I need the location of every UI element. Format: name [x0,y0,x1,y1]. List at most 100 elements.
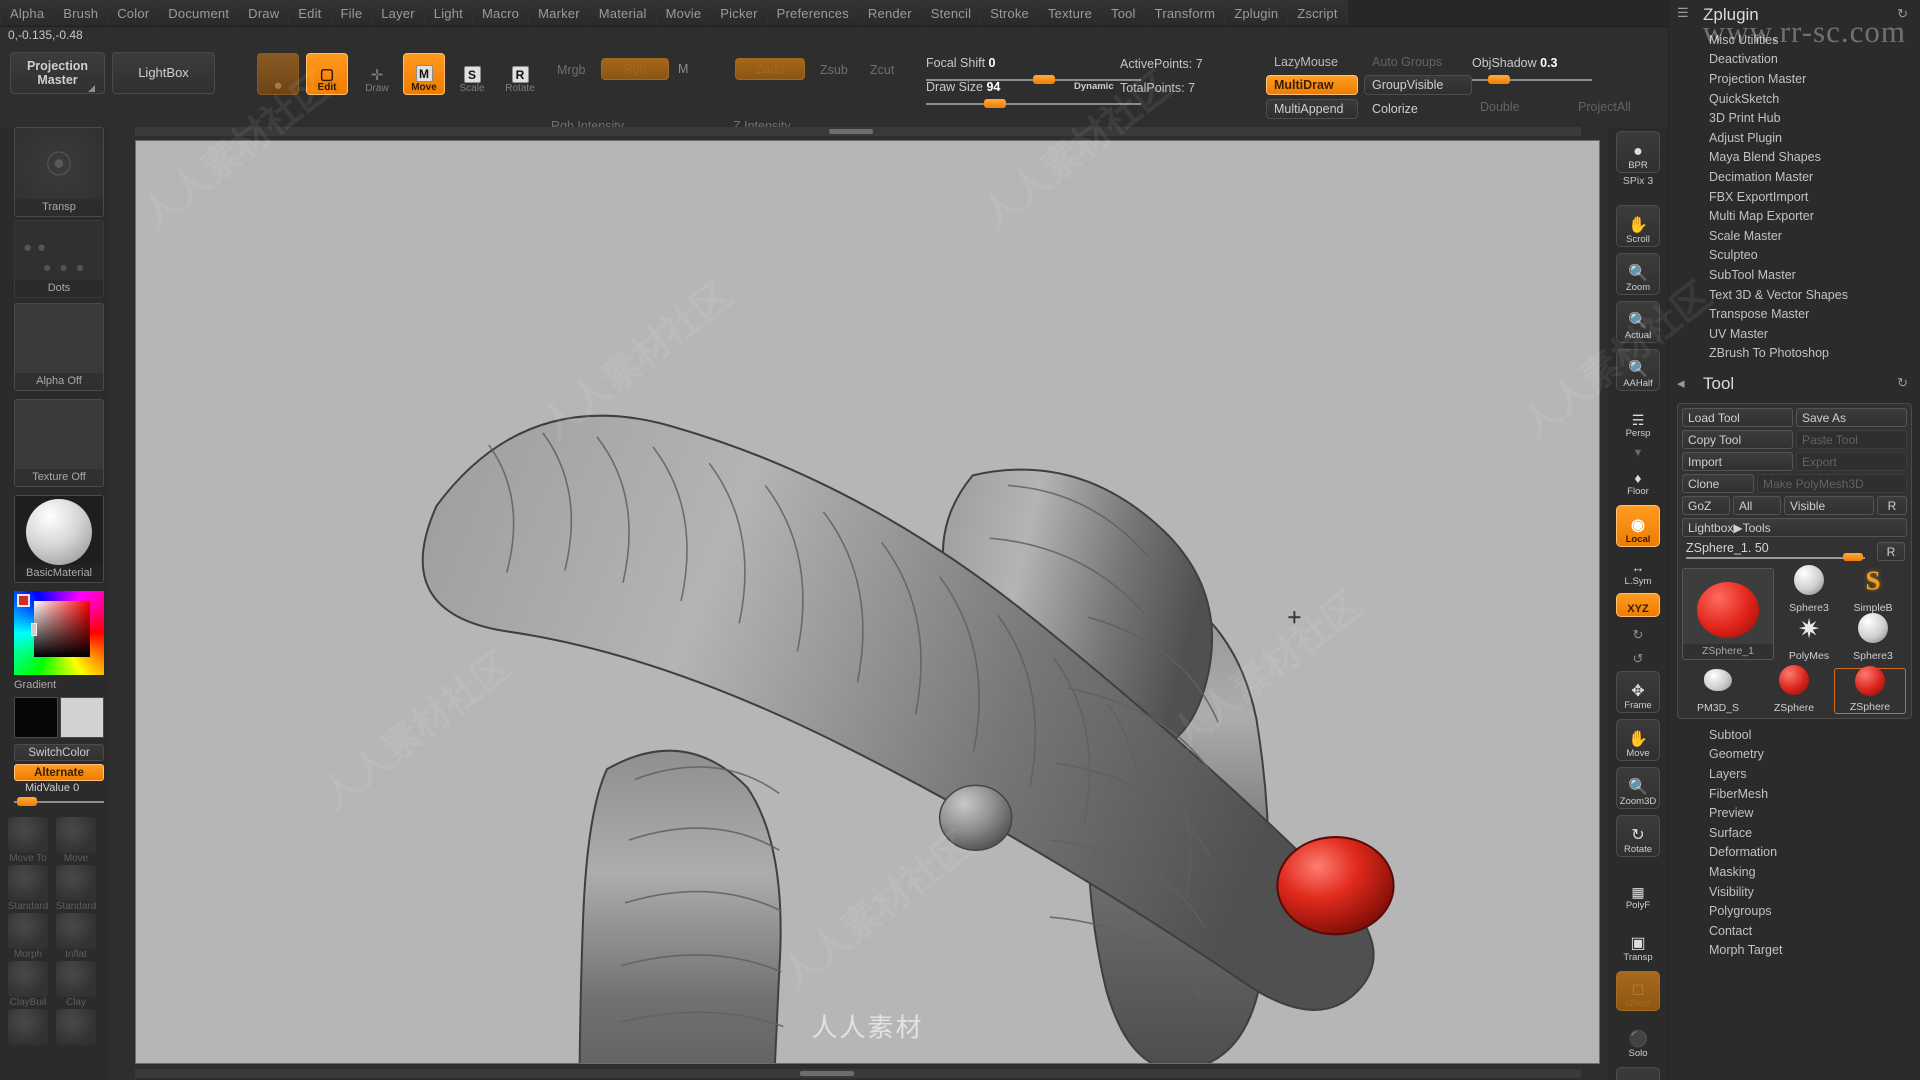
menu-item-movie[interactable]: Movie [656,0,712,26]
menu-item-document[interactable]: Document [159,0,240,26]
zplugin-item-maya-blend-shapes[interactable]: Maya Blend Shapes [1669,148,1920,168]
copy-tool-button[interactable]: Copy Tool [1682,430,1793,450]
tool-pick-sphere3d-b[interactable]: Sphere3 [1842,613,1904,662]
tool-recent-zsphere-1[interactable]: ZSphere [1758,665,1830,714]
polyframe-button[interactable]: ▦ PolyF [1616,877,1660,913]
rotate-view-button[interactable]: ↻ Rotate [1616,815,1660,857]
menu-item-zplugin[interactable]: Zplugin [1225,0,1289,26]
rgb-button[interactable]: Rgb [601,58,669,80]
tool-submenu-morph-target[interactable]: Morph Target [1669,941,1920,961]
color-picker-value-marker[interactable] [31,623,37,636]
tool-item-track[interactable] [1686,557,1865,560]
move-mode-button[interactable]: M Move [403,53,445,95]
zplugin-item-fbx-exportimport[interactable]: FBX ExportImport [1669,187,1920,207]
colorize-button[interactable]: Colorize [1364,99,1472,119]
floor-button[interactable]: ♦ Floor [1616,463,1660,499]
zplugin-item-3d-print-hub[interactable]: 3D Print Hub [1669,108,1920,128]
brush-standard-1[interactable] [8,865,48,901]
menu-item-picker[interactable]: Picker [711,0,768,26]
projection-master-expand-icon[interactable] [88,85,95,92]
tool-panel-header[interactable]: ◂ Tool ↻ [1669,369,1920,399]
xpose-button[interactable]: ✥ Xpose [1616,1067,1660,1080]
double-button[interactable]: Double [1472,97,1542,117]
rotate-ccw-button[interactable]: ↺ [1616,645,1660,669]
alpha-swatch[interactable]: Alpha Off [14,303,104,391]
menu-item-preferences[interactable]: Preferences [767,0,859,26]
menu-item-render[interactable]: Render [858,0,922,26]
multi-draw-button[interactable]: MultiDraw [1266,75,1358,95]
secondary-color-swatch[interactable] [60,697,104,738]
current-tool-thumbnail[interactable]: ZSphere_1 [1682,568,1774,661]
local-symmetry-button[interactable]: ↔ L.Sym [1616,555,1660,589]
focal-shift-knob[interactable] [1033,75,1055,84]
zplugin-item-quicksketch[interactable]: QuickSketch [1669,89,1920,109]
obj-shadow-knob[interactable] [1488,75,1510,84]
zplugin-item-decimation-master[interactable]: Decimation Master [1669,167,1920,187]
scroll-button[interactable]: ✋ Scroll [1616,205,1660,247]
menu-item-transform[interactable]: Transform [1145,0,1226,26]
primary-color-swatch[interactable] [14,697,58,738]
brush-clay[interactable] [56,961,96,997]
lightbox-tools-button[interactable]: Lightbox▶Tools [1682,518,1907,538]
menu-item-stencil[interactable]: Stencil [921,0,982,26]
zplugin-item-transpose-master[interactable]: Transpose Master [1669,304,1920,324]
brush-extra-1[interactable] [8,1009,48,1045]
texture-swatch[interactable]: Texture Off [14,399,104,487]
color-picker[interactable] [14,591,104,675]
tool-submenu-geometry[interactable]: Geometry [1669,745,1920,765]
zsub-button[interactable]: Zsub [812,61,854,79]
lazy-mouse-button[interactable]: LazyMouse [1266,53,1358,71]
zplugin-item-zbrush-to-photoshop[interactable]: ZBrush To Photoshop [1669,344,1920,364]
sphere-3d-button[interactable]: ● [257,53,299,95]
stroke-dots-preview[interactable]: ●● ●●● Dots [14,220,104,298]
mrgb-button[interactable]: Mrgb [549,61,591,79]
zadd-button[interactable]: Zadd [735,58,805,80]
actual-size-button[interactable]: 🔍 Actual [1616,301,1660,343]
goz-r-button[interactable]: R [1877,496,1907,516]
menu-item-marker[interactable]: Marker [529,0,590,26]
switch-color-button[interactable]: SwitchColor [14,744,104,761]
make-polymesh3d-button[interactable]: Make PolyMesh3D [1757,474,1907,494]
menu-item-zscript[interactable]: Zscript [1288,0,1348,26]
group-visible-button[interactable]: GroupVisible [1364,75,1472,95]
tool-submenu-deformation[interactable]: Deformation [1669,843,1920,863]
menu-item-file[interactable]: File [331,0,373,26]
tool-reset-icon[interactable]: ↻ [1897,375,1908,391]
zplugin-reset-icon[interactable]: ↻ [1897,6,1908,22]
menu-item-edit[interactable]: Edit [289,0,332,26]
perspective-button[interactable]: ☴ Persp [1616,405,1660,441]
zplugin-item-deactivation[interactable]: Deactivation [1669,50,1920,70]
menu-item-material[interactable]: Material [589,0,657,26]
zoom3d-button[interactable]: 🔍 Zoom3D [1616,767,1660,809]
zplugin-item-misc-utilities[interactable]: Misc Utilities [1669,30,1920,50]
brush-claybuild[interactable] [8,961,48,997]
save-as-button[interactable]: Save As [1796,408,1907,428]
tool-pick-polymesh[interactable]: ✷ PolyMes [1778,616,1840,663]
tool-submenu-visibility[interactable]: Visibility [1669,882,1920,902]
tool-submenu-fibermesh[interactable]: FiberMesh [1669,784,1920,804]
tool-submenu-masking[interactable]: Masking [1669,862,1920,882]
menu-item-color[interactable]: Color [108,0,160,26]
local-transform-button[interactable]: ◉ Local [1616,505,1660,547]
load-tool-button[interactable]: Load Tool [1682,408,1793,428]
tool-submenu-polygroups[interactable]: Polygroups [1669,901,1920,921]
color-picker-field[interactable] [34,601,90,657]
brush-standard-2[interactable] [56,865,96,901]
brush-morph[interactable] [8,913,48,949]
alternate-button[interactable]: Alternate [14,764,104,781]
floor-toggle-row[interactable]: ▼ [1616,445,1660,463]
paste-tool-button[interactable]: Paste Tool [1796,430,1907,450]
multi-append-button[interactable]: MultiAppend [1266,99,1358,119]
frame-button[interactable]: ✥ Frame [1616,671,1660,713]
brush-move-to[interactable] [8,817,48,853]
xyz-button[interactable]: XYZ [1616,593,1660,617]
canvas-scrollbar-top[interactable] [135,127,1581,136]
tool-submenu-layers[interactable]: Layers [1669,764,1920,784]
canvas-scrollbar-bottom[interactable] [135,1069,1581,1078]
zplugin-item-adjust-plugin[interactable]: Adjust Plugin [1669,128,1920,148]
tool-recent-pm3d[interactable]: PM3D_S [1682,668,1754,714]
ghost-button[interactable]: ◻ Ghost [1616,971,1660,1011]
zoom-button[interactable]: 🔍 Zoom [1616,253,1660,295]
menu-item-stroke[interactable]: Stroke [981,0,1039,26]
menu-item-texture[interactable]: Texture [1038,0,1102,26]
